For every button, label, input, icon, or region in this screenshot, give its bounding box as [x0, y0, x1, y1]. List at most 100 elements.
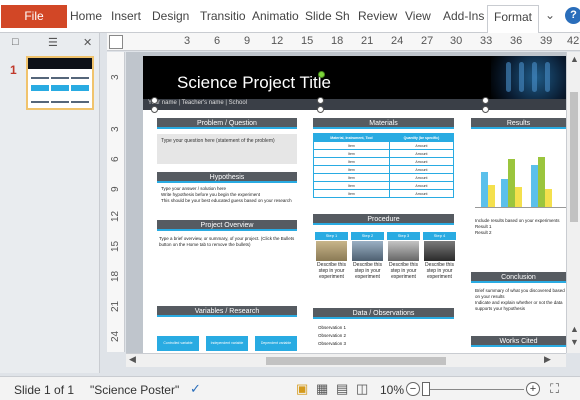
- section-header-procedure: Procedure: [313, 214, 454, 225]
- slide-show-icon[interactable]: ◫: [356, 381, 368, 397]
- slide-subtitle[interactable]: Your name | Teacher's name | School: [148, 100, 247, 106]
- chart-bar: [501, 179, 508, 207]
- section-header-data: Data / Observations: [313, 308, 454, 319]
- table-row: Item Amount: [313, 165, 455, 174]
- step-text: Describe this step in your experiment: [353, 262, 382, 280]
- chevron-down-icon[interactable]: ⌄: [545, 8, 555, 22]
- procedure-step-3[interactable]: Step 3 Describe this step in your experi…: [387, 232, 420, 298]
- tab-add-ins[interactable]: Add-Ins: [443, 9, 484, 23]
- ruler-tick: 36: [510, 35, 523, 47]
- slide-number: 1: [10, 63, 17, 77]
- tab-selector[interactable]: [109, 35, 123, 49]
- tab-slide-show[interactable]: Slide Sh: [305, 9, 350, 23]
- scroll-thumb[interactable]: [266, 357, 446, 365]
- outline-view-icon[interactable]: ☰: [48, 36, 58, 49]
- ruler-tick: 21: [110, 300, 121, 312]
- ruler-tick: 18: [331, 35, 344, 47]
- tab-view[interactable]: View: [405, 9, 431, 23]
- procedure-step-4[interactable]: Step 4 Describe this step in your experi…: [423, 232, 456, 298]
- scroll-right-icon[interactable]: ▶: [544, 354, 551, 365]
- normal-view-icon[interactable]: ▣: [296, 381, 308, 397]
- thumbnail-header: [28, 58, 92, 69]
- slide-thumbnail[interactable]: [26, 56, 94, 110]
- tab-insert[interactable]: Insert: [111, 9, 141, 23]
- resize-handle[interactable]: [482, 97, 489, 104]
- resize-handle[interactable]: [151, 106, 158, 113]
- section-header-hypothesis: Hypothesis: [157, 172, 297, 183]
- chart-bar: [508, 159, 515, 207]
- scroll-up-icon[interactable]: ▲: [570, 54, 579, 64]
- ruler-tick: 9: [110, 186, 121, 192]
- thumbnail-body: [28, 69, 92, 109]
- rotate-handle[interactable]: [318, 71, 325, 78]
- tab-design[interactable]: Design: [152, 9, 189, 23]
- variable-box-independent[interactable]: Independent variable: [206, 336, 248, 351]
- ribbon: File Home Insert Design Transitio Animat…: [0, 0, 580, 33]
- tab-home[interactable]: Home: [70, 9, 102, 23]
- zoom-slider-track[interactable]: [424, 389, 524, 390]
- ruler-tick: 15: [110, 240, 121, 252]
- step-image: [388, 241, 419, 261]
- procedure-step-2[interactable]: Step 2 Describe this step in your experi…: [351, 232, 384, 298]
- fit-to-window-icon[interactable]: ⛶: [550, 381, 559, 397]
- slide-thumbnail-pane: □ ☰ ✕ 1: [0, 33, 100, 373]
- tab-animations[interactable]: Animatio: [252, 9, 299, 23]
- section-header-results: Results: [471, 118, 566, 129]
- resize-handle[interactable]: [317, 97, 324, 104]
- scroll-thumb[interactable]: [570, 92, 578, 222]
- tab-format[interactable]: Format: [487, 5, 540, 33]
- section-header-conclusion: Conclusion: [471, 272, 566, 283]
- file-tab[interactable]: File: [1, 5, 67, 28]
- zoom-slider-knob[interactable]: [422, 382, 430, 396]
- chart-bar: [515, 187, 522, 207]
- table-row: Item Amount: [313, 149, 455, 158]
- subtitle-bar: Your name | Teacher's name | School: [143, 99, 566, 110]
- slide-sorter-icon[interactable]: ▦: [316, 381, 328, 397]
- chart-bar: [545, 189, 552, 207]
- resize-handle[interactable]: [482, 106, 489, 113]
- results-text[interactable]: Include results based on your experiment…: [475, 218, 566, 236]
- results-chart[interactable]: [475, 146, 566, 208]
- section-header-variables: Variables / Research: [157, 306, 297, 317]
- chart-bar: [531, 165, 538, 207]
- zoom-level[interactable]: 10%: [380, 383, 404, 397]
- horizontal-scrollbar[interactable]: ◀ ▶: [126, 353, 566, 367]
- materials-table[interactable]: Material, Instrument, Tool Quantity (be s…: [313, 133, 455, 198]
- slide[interactable]: Science Project Title Your name | Teache…: [143, 56, 566, 353]
- table-row: Item Amount: [313, 181, 455, 190]
- ruler-tick: 6: [214, 35, 221, 47]
- resize-handle[interactable]: [317, 106, 324, 113]
- procedure-step-1[interactable]: Step 1 Describe this step in your experi…: [315, 232, 348, 298]
- reading-view-icon[interactable]: ▤: [336, 381, 348, 397]
- theme-name: "Science Poster": [90, 383, 180, 397]
- hypothesis-text[interactable]: Type your answer / solution here Write h…: [161, 186, 297, 204]
- ruler-tick: 3: [110, 74, 121, 80]
- observations-list[interactable]: Observation 1 Observation 2 Observation …: [318, 324, 448, 348]
- previous-slide-icon[interactable]: ▲: [570, 324, 579, 334]
- problem-text[interactable]: Type your question here (statement of th…: [157, 134, 297, 164]
- overview-text[interactable]: Type a brief overview, or summary, of yo…: [159, 236, 297, 248]
- vertical-scrollbar[interactable]: ▲ ▲ ▼: [566, 52, 580, 353]
- variable-box-controlled[interactable]: Controlled variable: [157, 336, 199, 351]
- next-slide-icon[interactable]: ▼: [570, 337, 579, 347]
- resize-handle[interactable]: [151, 97, 158, 104]
- chart-bar: [488, 185, 495, 207]
- tab-transitions[interactable]: Transitio: [200, 9, 246, 23]
- slide-title[interactable]: Science Project Title: [177, 73, 331, 93]
- step-label: Step 1: [315, 232, 348, 240]
- step-text: Describe this step in your experiment: [425, 262, 454, 280]
- chart-bar: [538, 157, 545, 207]
- spell-check-icon[interactable]: ✓: [190, 381, 201, 397]
- ruler-tick: 12: [110, 210, 121, 222]
- zoom-out-button[interactable]: −: [406, 382, 420, 396]
- slides-view-icon[interactable]: □: [12, 36, 19, 48]
- conclusion-text[interactable]: Brief summary of what you discovered bas…: [475, 288, 566, 312]
- close-icon[interactable]: ✕: [83, 36, 92, 49]
- tab-review[interactable]: Review: [358, 9, 397, 23]
- ruler-tick: 6: [110, 156, 121, 162]
- zoom-in-button[interactable]: +: [526, 382, 540, 396]
- variable-box-dependent[interactable]: Dependent variable: [255, 336, 297, 351]
- help-icon[interactable]: ?: [565, 7, 580, 24]
- slide-canvas: Science Project Title Your name | Teache…: [126, 52, 566, 353]
- scroll-left-icon[interactable]: ◀: [129, 354, 136, 365]
